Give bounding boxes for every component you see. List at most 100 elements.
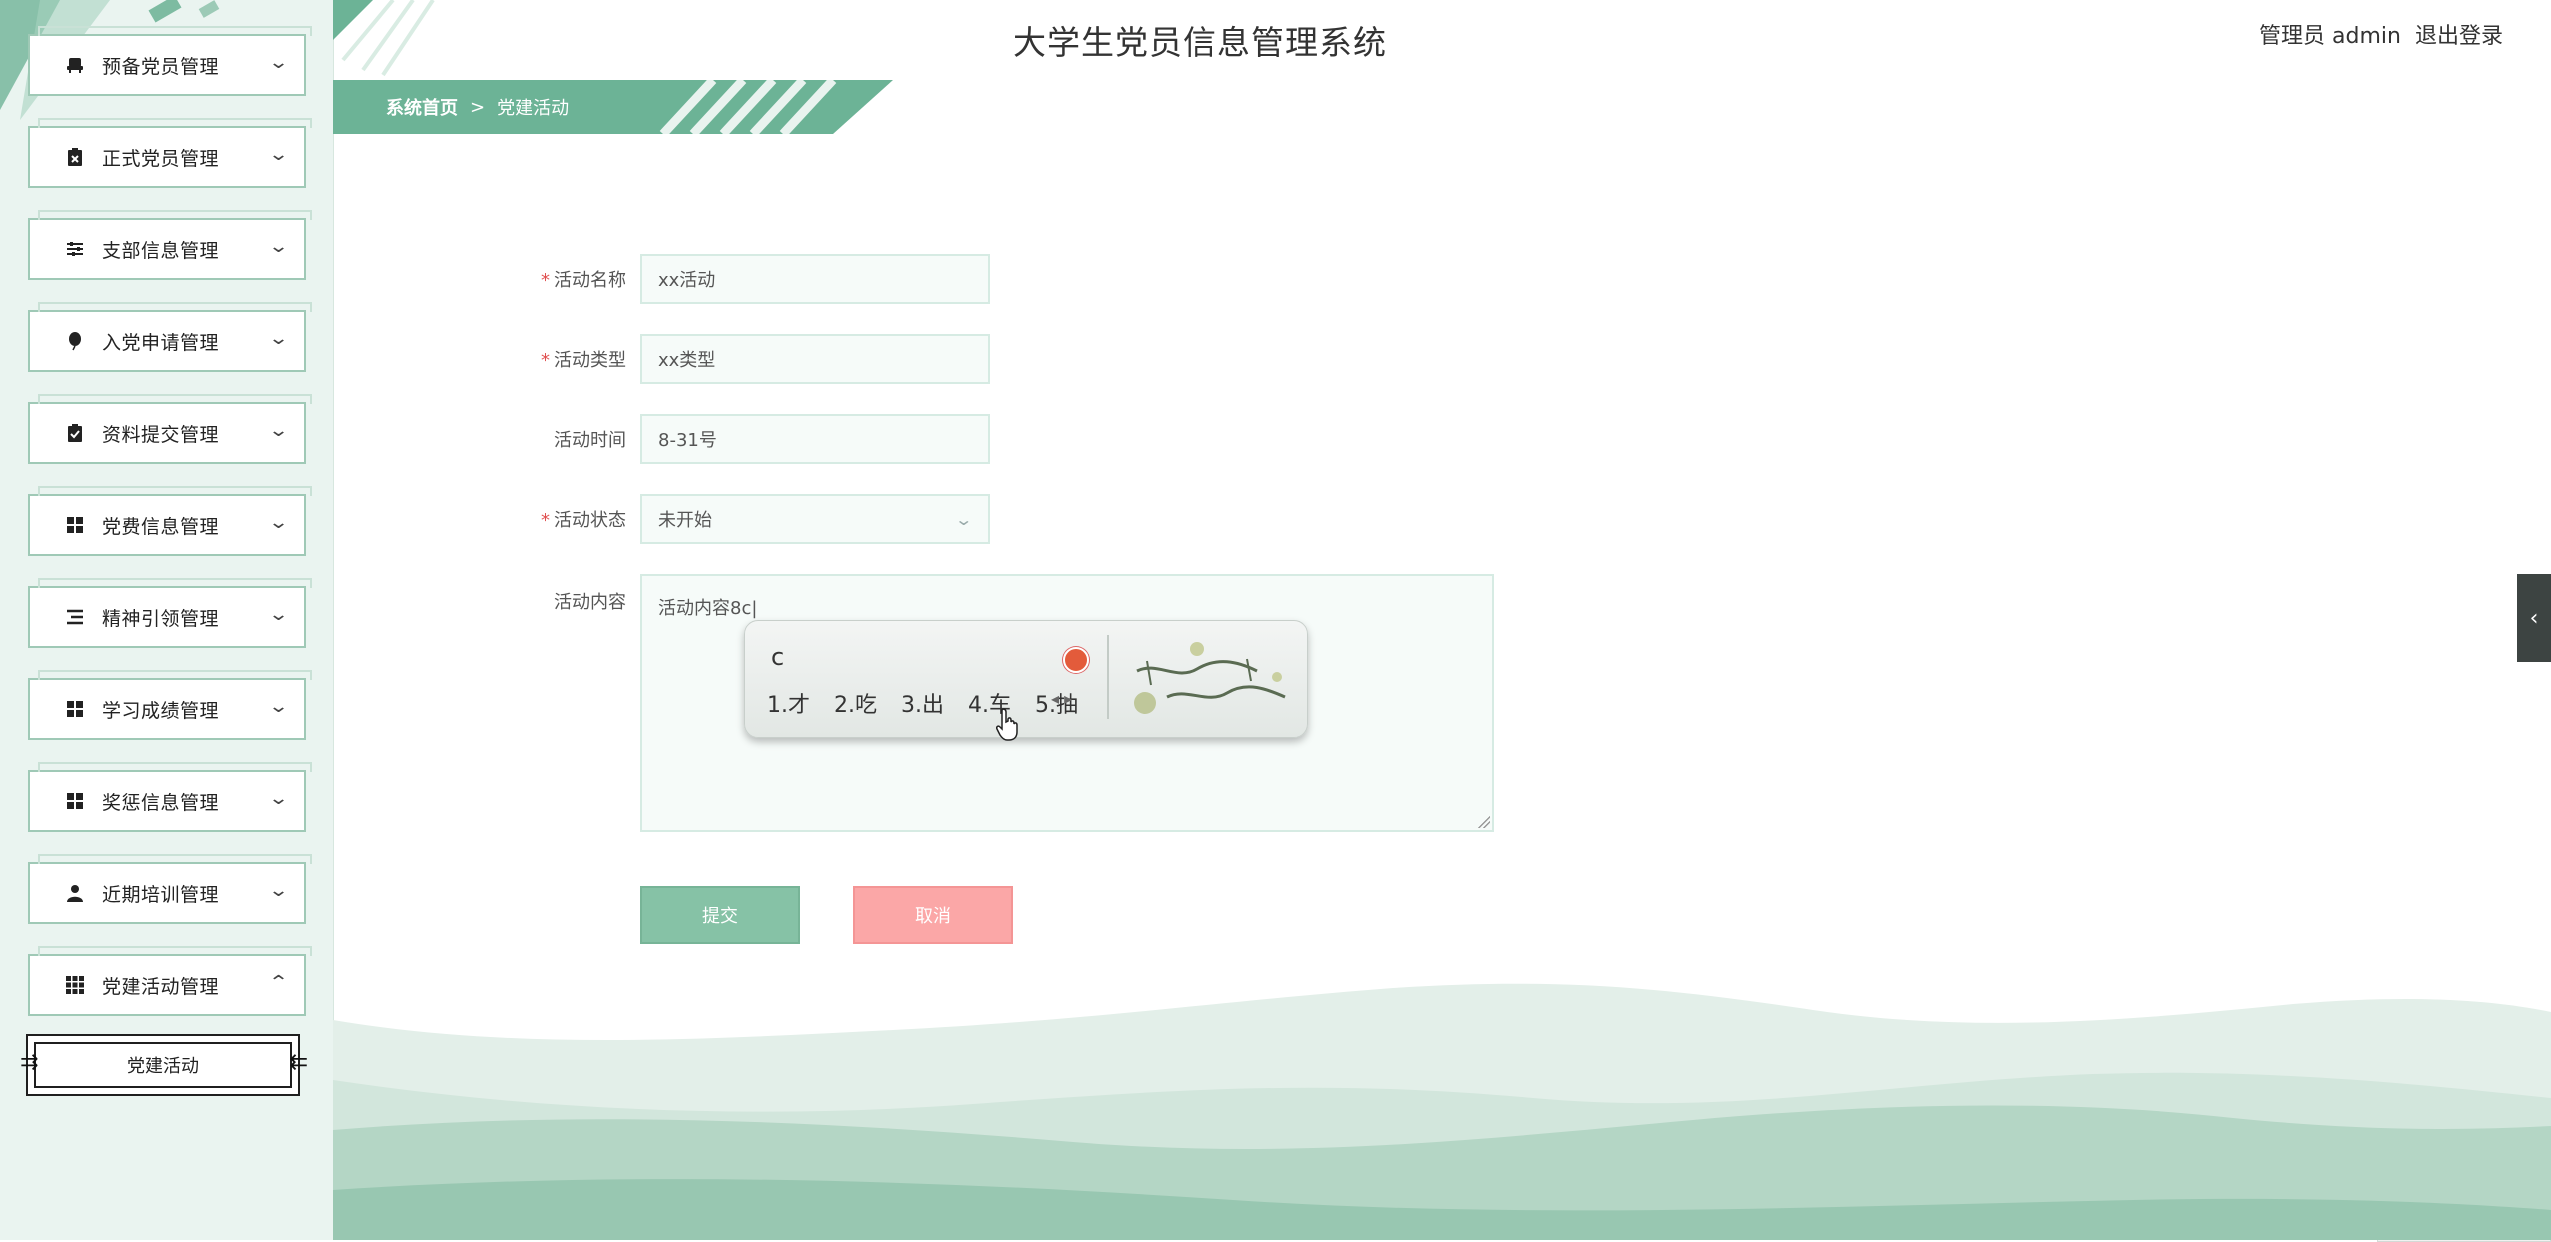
ime-skin-icon[interactable] — [1063, 647, 1089, 673]
submenu-label: 党建活动 — [34, 1042, 292, 1088]
resize-handle[interactable] — [1478, 816, 1490, 828]
sidebar-item-rewards[interactable]: 奖惩信息管理 ⌄ — [28, 762, 312, 832]
sliders-icon — [64, 238, 86, 260]
chair-icon — [64, 54, 86, 76]
double-arrow-left-icon: ⇇ — [289, 1050, 308, 1075]
ime-candidate[interactable]: 2.吃 — [834, 687, 877, 719]
chevron-down-icon: ⌄ — [953, 509, 973, 529]
form-row-time: 活动时间 8-31号 — [520, 414, 990, 464]
submenu-item-party-activity[interactable]: 党建活动 ⇉ ⇇ — [20, 1034, 308, 1096]
user-label: 管理员 admin — [2259, 24, 2401, 49]
sidebar-item-reserve-members[interactable]: 预备党员管理 ⌄ — [28, 26, 312, 96]
activity-type-label: * 活动类型 — [520, 346, 626, 372]
sidebar-item-label: 入党申请管理 — [102, 331, 220, 354]
user-box: 管理员 admin 退出登录 — [2259, 18, 2503, 50]
clipboard-x-icon — [64, 146, 86, 168]
sidebar-item-label: 精神引领管理 — [102, 607, 220, 630]
header-decoration — [333, 0, 435, 77]
ime-candidate-window: c 1.才 2.吃 3.出 4.车 5.抽 ◂ ▸ — [744, 620, 1308, 738]
required-mark: * — [541, 510, 550, 531]
ime-composition: c — [771, 643, 784, 671]
hand-cursor-icon — [996, 708, 1018, 741]
form-row-type: * 活动类型 xx类型 — [520, 334, 990, 384]
chevron-down-icon: ⌄ — [267, 512, 290, 533]
wave-background — [333, 983, 2551, 1240]
sidebar-item-label: 支部信息管理 — [102, 239, 220, 262]
sidebar-item-formal-members[interactable]: 正式党员管理 ⌄ — [28, 118, 312, 188]
sidebar-item-label: 资料提交管理 — [102, 423, 220, 446]
chevron-down-icon: ⌄ — [267, 788, 290, 809]
label-text: 活动类型 — [554, 350, 626, 371]
chevron-down-icon: ⌄ — [267, 880, 290, 901]
chevron-down-icon: ⌄ — [267, 144, 290, 165]
ime-candidates: 1.才 2.吃 3.出 4.车 5.抽 — [767, 687, 1078, 719]
required-mark: * — [541, 350, 550, 371]
chevron-down-icon: ⌄ — [267, 696, 290, 717]
sidebar-item-label: 奖惩信息管理 — [102, 791, 220, 814]
grid-icon — [64, 698, 86, 720]
ime-page-arrows-icon[interactable]: ◂ ▸ — [1051, 689, 1072, 708]
label-text: 活动状态 — [554, 510, 626, 531]
person-icon — [64, 882, 86, 904]
ime-candidate[interactable]: 1.才 — [767, 687, 810, 719]
chevron-left-icon: ‹ — [2529, 605, 2539, 631]
ime-divider — [1107, 635, 1109, 719]
chevron-down-icon: ⌄ — [267, 236, 290, 257]
ime-composition-text: c — [771, 643, 785, 671]
list-icon — [64, 606, 86, 628]
chevron-down-icon: ⌄ — [267, 52, 290, 73]
required-mark: * — [541, 270, 550, 291]
form-row-content: 活动内容 — [520, 588, 640, 614]
breadcrumb-current: 党建活动 — [497, 98, 570, 119]
sidebar-item-grades[interactable]: 学习成绩管理 ⌄ — [28, 670, 312, 740]
sidebar-item-label: 预备党员管理 — [102, 55, 220, 78]
sidebar-item-label: 党费信息管理 — [102, 515, 220, 538]
chevron-up-icon: ⌃ — [267, 972, 290, 993]
chevron-down-icon: ⌄ — [267, 604, 290, 625]
ime-brand-artwork — [1134, 642, 1286, 714]
form-row-name: * 活动名称 xx活动 — [520, 254, 990, 304]
breadcrumb-separator: > — [470, 96, 486, 118]
activity-time-input[interactable]: 8-31号 — [640, 414, 990, 464]
textarea-value: 活动内容8c — [658, 598, 752, 619]
chevron-down-icon: ⌄ — [267, 328, 290, 349]
label-text: 活动名称 — [554, 270, 626, 291]
sidebar-item-label: 正式党员管理 — [102, 147, 220, 170]
clipboard-check-icon — [64, 422, 86, 444]
form-row-status: * 活动状态 未开始 ⌄ — [520, 494, 990, 544]
select-value: 未开始 — [658, 510, 712, 531]
page-title: 大学生党员信息管理系统 — [1013, 23, 1387, 62]
sidebar-item-label: 党建活动管理 — [102, 975, 220, 998]
activity-status-label: * 活动状态 — [520, 506, 626, 532]
chevron-down-icon: ⌄ — [267, 420, 290, 441]
sidebar-item-label: 学习成绩管理 — [102, 699, 220, 722]
double-arrow-right-icon: ⇉ — [20, 1050, 39, 1075]
sidebar-item-application[interactable]: 入党申请管理 ⌄ — [28, 302, 312, 372]
sidebar-item-activities[interactable]: 党建活动管理 ⌃ — [28, 946, 312, 1016]
activity-content-label: 活动内容 — [554, 592, 626, 613]
sidebar-item-training[interactable]: 近期培训管理 ⌄ — [28, 854, 312, 924]
activity-name-input[interactable]: xx活动 — [640, 254, 990, 304]
breadcrumb: 系统首页 > 党建活动 — [386, 94, 569, 120]
activity-type-input[interactable]: xx类型 — [640, 334, 990, 384]
cancel-button[interactable]: 取消 — [853, 886, 1013, 944]
activity-time-label: 活动时间 — [554, 430, 626, 451]
text-caret: | — [751, 598, 758, 619]
logout-link[interactable]: 退出登录 — [2415, 18, 2503, 50]
activity-status-select[interactable]: 未开始 ⌄ — [640, 494, 990, 544]
side-panel-toggle[interactable]: ‹ — [2517, 574, 2551, 662]
sidebar-item-label: 近期培训管理 — [102, 883, 220, 906]
sidebar-item-submission[interactable]: 资料提交管理 ⌄ — [28, 394, 312, 464]
grid-9-icon — [64, 974, 86, 996]
grid-icon — [64, 790, 86, 812]
sidebar-item-dues[interactable]: 党费信息管理 ⌄ — [28, 486, 312, 556]
activity-name-label: * 活动名称 — [520, 266, 626, 292]
balloon-icon — [64, 330, 86, 352]
sidebar-item-branch-info[interactable]: 支部信息管理 ⌄ — [28, 210, 312, 280]
breadcrumb-home[interactable]: 系统首页 — [386, 94, 458, 120]
ime-candidate[interactable]: 3.出 — [901, 687, 944, 719]
sidebar-item-spirit[interactable]: 精神引领管理 ⌄ — [28, 578, 312, 648]
grid-icon — [64, 514, 86, 536]
sidebar: 预备党员管理 ⌄ 正式党员管理 ⌄ 支部信息管理 ⌄ 入党申请管理 ⌄ 资料提交… — [0, 0, 334, 1240]
submit-button[interactable]: 提交 — [640, 886, 800, 944]
